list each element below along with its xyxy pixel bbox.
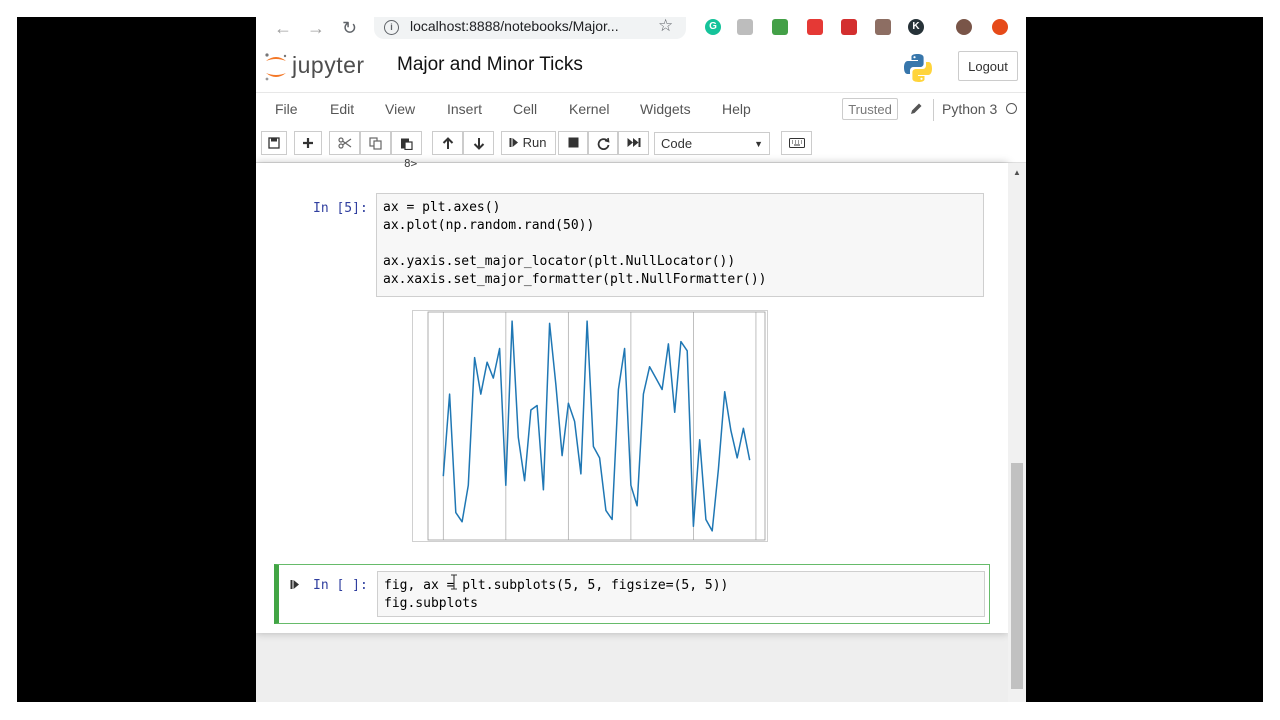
restart-icon (597, 137, 609, 150)
pdf-extension-icon[interactable] (875, 19, 891, 35)
extension-icon-orange[interactable] (992, 19, 1008, 35)
cell-type-select[interactable]: Code ▼ (654, 132, 770, 155)
code-input-editor[interactable]: fig, ax = plt.subplots(5, 5, figsize=(5,… (377, 571, 985, 617)
code-line: ax = plt.axes() (383, 200, 501, 215)
menu-help[interactable]: Help (722, 101, 751, 117)
copy-icon (369, 137, 382, 150)
back-arrow-icon[interactable]: ← (274, 17, 292, 39)
notebook-container: 8> In [5]: ax = plt.axes() ax.plot(np.ran… (256, 157, 1008, 702)
paste-button[interactable] (391, 131, 422, 155)
code-line: ax.yaxis.set_major_locator(plt.NullLocat… (383, 254, 736, 269)
plus-icon (303, 138, 313, 148)
move-up-button[interactable] (432, 131, 463, 155)
run-cell-icon[interactable] (290, 579, 300, 590)
code-line: fig, ax = plt.subplots(5, 5, figsize=(5,… (384, 578, 729, 593)
extension-icon-green[interactable] (772, 19, 788, 35)
jupyter-brand: jupyter (292, 52, 365, 78)
cell-prompt: In [5]: (313, 201, 368, 216)
paste-icon (401, 138, 413, 151)
screen-frame: ← → ↻ i localhost:8888/notebooks/Major..… (256, 17, 1026, 702)
save-icon (268, 137, 280, 149)
scrollbar-thumb[interactable] (1011, 463, 1023, 689)
keyboard-icon (788, 138, 805, 148)
cut-button[interactable] (329, 131, 360, 155)
forward-arrow-icon[interactable]: → (307, 17, 325, 39)
restart-button[interactable] (588, 131, 618, 155)
notebook-title[interactable]: Major and Minor Ticks (397, 54, 583, 76)
run-button[interactable]: Run (501, 131, 556, 155)
text-cursor-icon (451, 574, 457, 590)
insert-cell-button[interactable] (294, 131, 322, 155)
cell-type-value: Code (661, 136, 693, 151)
selected-code-cell[interactable]: In [ ]: fig, ax = plt.subplots(5, 5, fig… (274, 564, 990, 624)
menu-edit[interactable]: Edit (330, 101, 354, 117)
code-line: ​ (383, 235, 977, 253)
jupyter-header: jupyter Major and Minor Ticks Logout (256, 44, 1026, 92)
trusted-indicator[interactable]: Trusted (842, 98, 898, 120)
cut-icon (337, 137, 351, 149)
arrow-up-icon (442, 137, 453, 149)
run-icon (509, 138, 518, 147)
command-palette-button[interactable] (781, 131, 812, 155)
python-logo-icon (904, 54, 932, 82)
address-bar[interactable]: i localhost:8888/notebooks/Major... ☆ (374, 17, 686, 39)
reload-icon[interactable]: ↻ (342, 17, 357, 39)
save-button[interactable] (261, 131, 287, 155)
kernel-name[interactable]: Python 3 (942, 101, 997, 117)
code-line: fig.subplots (384, 596, 478, 611)
cell-prompt: In [ ]: (313, 578, 368, 593)
interrupt-button[interactable] (558, 131, 588, 155)
info-icon[interactable]: i (384, 20, 399, 35)
series-line (442, 320, 751, 532)
extension-icon-red[interactable] (807, 19, 823, 35)
kernel-divider (933, 99, 934, 121)
notebook-sheet: 8> In [5]: ax = plt.axes() ax.plot(np.ran… (256, 157, 1008, 633)
menu-cell[interactable]: Cell (513, 101, 537, 117)
code-input-cell-5[interactable]: ax = plt.axes() ax.plot(np.random.rand(50… (376, 193, 984, 297)
extension-icon-k[interactable]: K (908, 19, 924, 35)
menu-view[interactable]: View (385, 101, 415, 117)
letterbox-right (1026, 17, 1263, 702)
plot-output (412, 310, 768, 542)
menu-file[interactable]: File (275, 101, 298, 117)
profile-avatar-icon[interactable] (956, 19, 972, 35)
restart-run-all-button[interactable] (618, 131, 649, 155)
url-text: localhost:8888/notebooks/Major... (410, 18, 619, 34)
run-label: Run (522, 135, 547, 150)
stop-icon (568, 137, 578, 148)
kernel-status-icon (1006, 103, 1017, 114)
copy-button[interactable] (360, 131, 391, 155)
menu-widgets[interactable]: Widgets (640, 101, 691, 117)
menu-insert[interactable]: Insert (447, 101, 482, 117)
scrollbar[interactable]: ▲ (1008, 163, 1026, 702)
notebook-toolbar: Run Code ▼ (256, 125, 1026, 163)
menu-kernel[interactable]: Kernel (569, 101, 609, 117)
move-down-button[interactable] (463, 131, 494, 155)
fast-forward-icon (627, 138, 640, 147)
letterbox-left (17, 17, 256, 702)
menu-bar: File Edit View Insert Cell Kernel Widget… (256, 92, 1026, 126)
code-line: ax.xaxis.set_major_formatter(plt.NullFor… (383, 272, 767, 287)
jupyter-logo-icon[interactable] (263, 52, 289, 82)
pencil-icon[interactable] (908, 101, 924, 117)
logout-button[interactable]: Logout (958, 51, 1018, 81)
extension-icon-shield[interactable] (841, 19, 857, 35)
line-chart (427, 311, 766, 541)
arrow-down-icon (473, 138, 484, 150)
caret-down-icon: ▼ (754, 139, 763, 149)
code-line: ax.plot(np.random.rand(50)) (383, 218, 595, 233)
previous-output-tail: 8> (404, 157, 418, 170)
browser-toolbar: ← → ↻ i localhost:8888/notebooks/Major..… (256, 17, 1026, 44)
extension-icon-gray[interactable] (737, 19, 753, 35)
grammarly-extension-icon[interactable]: G (705, 19, 721, 35)
scroll-up-arrow-icon[interactable]: ▲ (1013, 168, 1021, 177)
bookmark-star-icon[interactable]: ☆ (658, 17, 673, 36)
